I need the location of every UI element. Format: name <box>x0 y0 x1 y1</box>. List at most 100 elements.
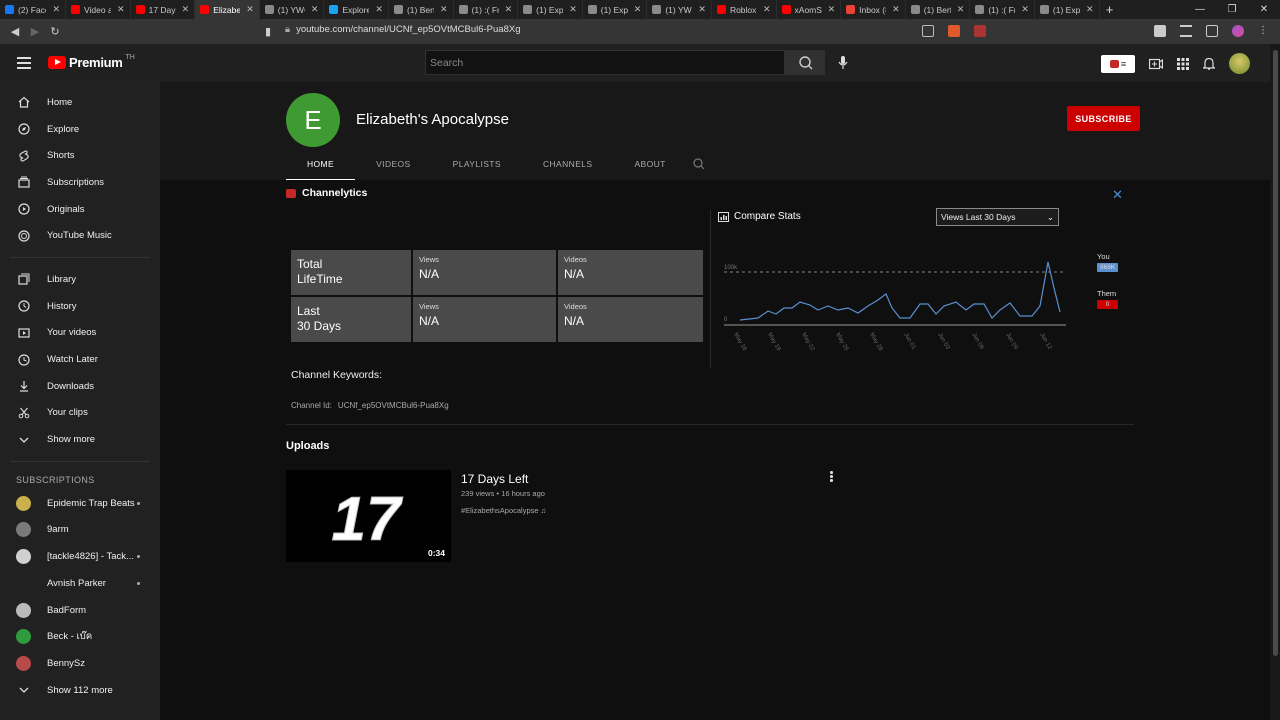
browser-tab[interactable]: (2) Faceboo ✕ <box>0 0 66 19</box>
video-title[interactable]: 17 Days Left <box>461 472 528 486</box>
back-icon[interactable]: ◀ <box>5 25 25 38</box>
profile-icon[interactable] <box>1232 25 1244 37</box>
tab-videos[interactable]: VIDEOS <box>355 152 432 180</box>
notifications-bell-icon[interactable] <box>1203 57 1215 70</box>
tab-close-icon[interactable]: ✕ <box>52 4 60 15</box>
sidebar-item-show-more[interactable]: Show more <box>0 426 160 453</box>
browser-tab[interactable]: Inbox (880 ✕ <box>841 0 906 19</box>
apps-grid-icon[interactable] <box>1177 57 1189 70</box>
url-field[interactable]: 🔒︎ youtube.com/channel/UCNf_ep5OVtMCBul6-… <box>285 24 521 35</box>
sidebar-item-downloads[interactable]: Downloads <box>0 373 160 400</box>
browser-tab[interactable]: Video anal ✕ <box>66 0 131 19</box>
sidebar-item-history[interactable]: History <box>0 293 160 320</box>
subscription-item[interactable]: Avnish Parker <box>0 570 160 597</box>
channelytics-extension-button[interactable]: ≡ <box>1101 54 1135 73</box>
sidebar-item-watch-later[interactable]: Watch Later <box>0 346 160 373</box>
tab-close-icon[interactable]: ✕ <box>634 4 642 15</box>
subscription-item[interactable]: Beck - เบ๊ค <box>0 623 160 650</box>
subscription-item[interactable]: 9arm <box>0 517 160 544</box>
browser-tab[interactable]: (1) Explore ✕ <box>1035 0 1100 19</box>
video-more-options-icon[interactable] <box>830 471 834 483</box>
sidebar-item-youtube-music[interactable]: YouTube Music <box>0 222 160 249</box>
tab-close-icon[interactable]: ✕ <box>828 4 836 15</box>
show-more-subscriptions[interactable]: Show 112 more <box>0 677 160 704</box>
tab-home[interactable]: HOME <box>286 152 356 181</box>
channel-avatar[interactable]: E <box>286 93 340 147</box>
tab-close-icon[interactable]: ✕ <box>246 4 254 15</box>
browser-tab[interactable]: (1) Explore ✕ <box>518 0 583 19</box>
tab-channels[interactable]: CHANNELS <box>522 152 614 180</box>
sidebar-item-home[interactable]: Home <box>0 89 160 116</box>
minimize-icon[interactable]: — <box>1184 0 1216 19</box>
close-window-icon[interactable]: ✕ <box>1248 0 1280 19</box>
tab-close-icon[interactable]: ✕ <box>311 4 319 15</box>
wallet-icon[interactable] <box>1206 25 1218 37</box>
search-button[interactable] <box>785 50 825 75</box>
sidebar-item-your-clips[interactable]: Your clips <box>0 400 160 427</box>
tab-about[interactable]: ABOUT <box>613 152 686 180</box>
browser-tab[interactable]: Roblox is C ✕ <box>712 0 777 19</box>
subscription-item[interactable]: BadForm <box>0 597 160 624</box>
sidebar-item-originals[interactable]: Originals <box>0 196 160 223</box>
reading-list-icon[interactable] <box>1180 25 1192 37</box>
subscription-item[interactable]: BennySz <box>0 650 160 677</box>
subscription-item[interactable]: [tackle4826] - Tack... <box>0 543 160 570</box>
stats-range-select[interactable]: Views Last 30 Days ⌄ <box>936 208 1059 226</box>
sidebar-item-shorts[interactable]: Shorts <box>0 142 160 169</box>
browser-tab[interactable]: (1) YWQW ✕ <box>647 0 712 19</box>
browser-tab[interactable]: (1) YWQW ✕ <box>260 0 325 19</box>
video-hashtag[interactable]: #ElizabethsApocalypse ♫ <box>461 506 546 515</box>
youtube-premium-logo[interactable]: Premium TH <box>48 54 135 70</box>
tab-close-icon[interactable]: ✕ <box>182 4 190 15</box>
reload-icon[interactable]: ↻ <box>45 25 65 38</box>
tab-close-icon[interactable]: ✕ <box>763 4 771 15</box>
tab-close-icon[interactable]: ✕ <box>957 4 965 15</box>
uploads-heading[interactable]: Uploads <box>286 440 329 452</box>
tab-close-icon[interactable]: ✕ <box>117 4 125 15</box>
tab-close-icon[interactable]: ✕ <box>1021 4 1029 15</box>
create-video-icon[interactable] <box>1149 58 1163 70</box>
brave-rewards-icon[interactable] <box>974 25 986 37</box>
browser-tab[interactable]: Explorer El ✕ <box>324 0 389 19</box>
sidebar-item-your-videos[interactable]: Your videos <box>0 320 160 347</box>
new-tab-icon[interactable]: + <box>1100 2 1120 17</box>
tab-playlists[interactable]: PLAYLISTS <box>432 152 522 180</box>
browser-tab[interactable]: 17 Days Le ✕ <box>131 0 196 19</box>
tab-close-icon[interactable]: ✕ <box>440 4 448 15</box>
tab-close-icon[interactable]: ✕ <box>375 4 383 15</box>
browser-tab[interactable]: (1) BerfzGa ✕ <box>906 0 971 19</box>
sidebar-item-library[interactable]: Library <box>0 266 160 293</box>
browser-menu-icon[interactable]: ⋮ <box>1258 25 1270 37</box>
brave-shield-icon[interactable] <box>948 25 960 37</box>
channel-search-icon[interactable] <box>693 158 705 170</box>
restore-icon[interactable]: ❐ <box>1216 0 1248 19</box>
browser-tab[interactable]: Elizabe ✕ <box>195 0 260 19</box>
browser-tab[interactable]: (1) :( Frien ✕ <box>970 0 1035 19</box>
tab-close-icon[interactable]: ✕ <box>698 4 706 15</box>
sidebar-item-explore[interactable]: Explore <box>0 116 160 143</box>
subscribe-button[interactable]: SUBSCRIBE <box>1067 106 1140 131</box>
browser-tab[interactable]: (1) :( Frien ✕ <box>454 0 519 19</box>
browser-tab[interactable]: (1) Explore ✕ <box>583 0 648 19</box>
browser-tab[interactable]: xAomSakar ✕ <box>777 0 842 19</box>
tab-close-icon[interactable]: ✕ <box>505 4 513 15</box>
menu-icon[interactable] <box>17 57 31 72</box>
share-icon[interactable] <box>922 25 934 37</box>
tab-close-icon[interactable]: ✕ <box>569 4 577 15</box>
extensions-icon[interactable] <box>1154 25 1166 37</box>
subscription-item[interactable]: Epidemic Trap Beats <box>0 490 160 517</box>
mic-icon[interactable] <box>838 56 848 70</box>
browser-tab[interactable]: (1) BerfzGa ✕ <box>389 0 454 19</box>
tab-close-icon[interactable]: ✕ <box>892 4 900 15</box>
close-icon[interactable]: ✕ <box>1112 187 1123 203</box>
scrollbar-thumb[interactable] <box>1273 50 1278 656</box>
tab-close-icon[interactable]: ✕ <box>1086 4 1094 15</box>
bookmark-icon[interactable]: ▮ <box>258 25 278 38</box>
forward-icon[interactable]: ▶ <box>25 25 45 38</box>
account-avatar[interactable] <box>1229 53 1250 74</box>
search-box[interactable] <box>425 50 785 75</box>
page-scrollbar[interactable] <box>1270 44 1280 720</box>
search-input[interactable] <box>426 51 784 74</box>
video-thumbnail[interactable]: 17 0:34 <box>286 470 451 562</box>
sidebar-item-subscriptions[interactable]: Subscriptions <box>0 169 160 196</box>
